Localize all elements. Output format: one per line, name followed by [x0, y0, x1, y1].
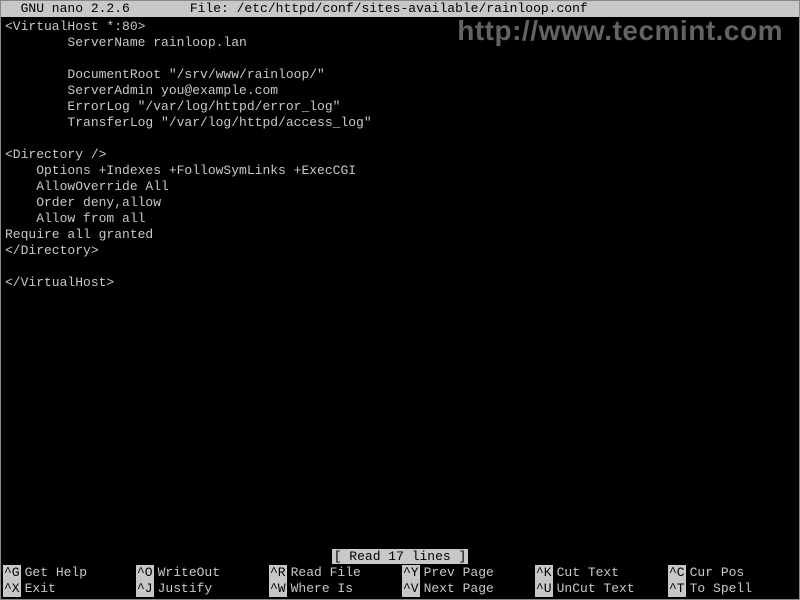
- app-name: GNU nano 2.2.6: [1, 1, 130, 17]
- shortcut-label: Exit: [25, 581, 56, 597]
- key-label: ^O: [136, 565, 154, 581]
- shortcut-uncut-text[interactable]: ^U UnCut Text: [533, 581, 666, 597]
- shortcut-justify[interactable]: ^J Justify: [134, 581, 267, 597]
- shortcut-cur-pos[interactable]: ^C Cur Pos: [666, 565, 799, 581]
- shortcut-read-file[interactable]: ^R Read File: [267, 565, 400, 581]
- shortcut-label: WriteOut: [158, 565, 220, 581]
- shortcut-to-spell[interactable]: ^T To Spell: [666, 581, 799, 597]
- shortcut-exit[interactable]: ^X Exit: [1, 581, 134, 597]
- shortcut-label: Next Page: [424, 581, 494, 597]
- shortcut-get-help[interactable]: ^G Get Help: [1, 565, 134, 581]
- shortcut-label: Justify: [158, 581, 213, 597]
- shortcut-label: Cut Text: [557, 565, 619, 581]
- key-label: ^J: [136, 581, 154, 597]
- shortcut-bar: ^G Get Help ^O WriteOut ^R Read File ^Y …: [1, 565, 799, 597]
- shortcut-writeout[interactable]: ^O WriteOut: [134, 565, 267, 581]
- shortcut-label: Prev Page: [424, 565, 494, 581]
- shortcut-cut-text[interactable]: ^K Cut Text: [533, 565, 666, 581]
- shortcut-label: Cur Pos: [690, 565, 745, 581]
- key-label: ^V: [402, 581, 420, 597]
- shortcut-label: Where Is: [291, 581, 353, 597]
- key-label: ^K: [535, 565, 553, 581]
- shortcut-next-page[interactable]: ^V Next Page: [400, 581, 533, 597]
- shortcut-label: To Spell: [690, 581, 752, 597]
- key-label: ^T: [668, 581, 686, 597]
- nano-titlebar: GNU nano 2.2.6 File: /etc/httpd/conf/sit…: [1, 1, 799, 17]
- terminal-window: GNU nano 2.2.6 File: /etc/httpd/conf/sit…: [0, 0, 800, 600]
- shortcut-where-is[interactable]: ^W Where Is: [267, 581, 400, 597]
- editor-content[interactable]: <VirtualHost *:80> ServerName rainloop.l…: [1, 17, 799, 293]
- key-label: ^C: [668, 565, 686, 581]
- key-label: ^W: [269, 581, 287, 597]
- key-label: ^G: [3, 565, 21, 581]
- key-label: ^U: [535, 581, 553, 597]
- shortcut-label: Read File: [291, 565, 361, 581]
- key-label: ^R: [269, 565, 287, 581]
- key-label: ^Y: [402, 565, 420, 581]
- shortcut-label: UnCut Text: [557, 581, 635, 597]
- shortcut-prev-page[interactable]: ^Y Prev Page: [400, 565, 533, 581]
- key-label: ^X: [3, 581, 21, 597]
- shortcut-label: Get Help: [25, 565, 87, 581]
- status-line: [ Read 17 lines ]: [1, 549, 799, 565]
- file-path: File: /etc/httpd/conf/sites-available/ra…: [130, 1, 799, 17]
- status-message: [ Read 17 lines ]: [332, 549, 469, 564]
